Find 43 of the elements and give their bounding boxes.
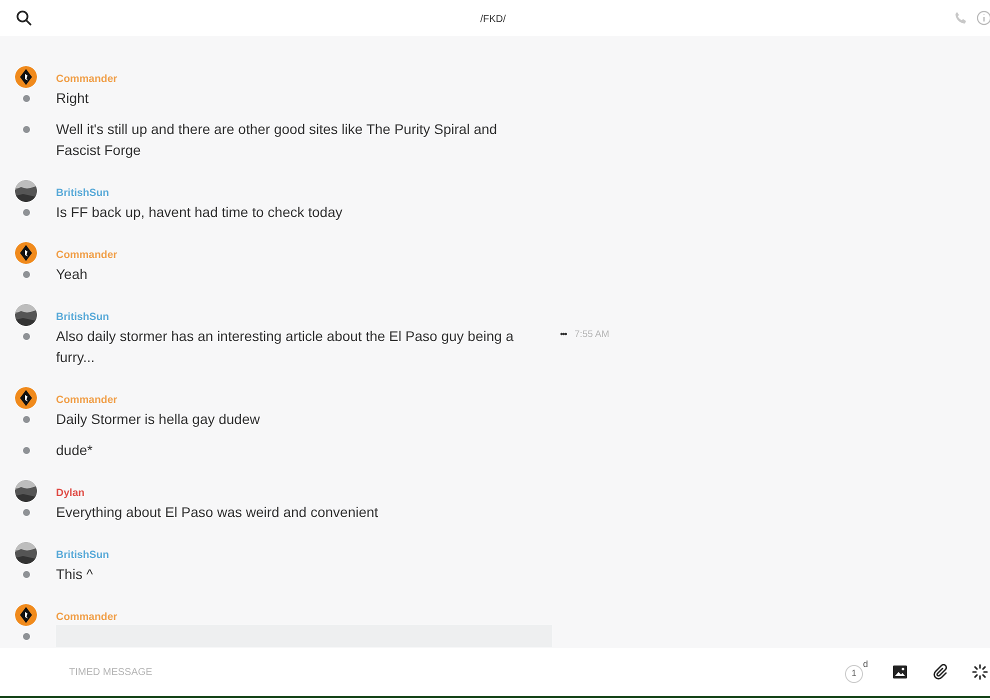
author-name[interactable]: BritishSun	[56, 549, 110, 561]
avatar-icon[interactable]	[15, 242, 37, 264]
author-name[interactable]: Commander	[56, 73, 118, 85]
sticker-button[interactable]	[972, 664, 988, 680]
avatar-icon[interactable]	[15, 180, 37, 202]
message-dot	[22, 571, 30, 578]
author-name[interactable]: Commander	[56, 394, 118, 406]
avatar-icon[interactable]	[15, 604, 37, 626]
author-name[interactable]: BritishSun	[56, 187, 110, 199]
author-name[interactable]: BritishSun	[56, 311, 110, 323]
message-text: dude*	[56, 441, 94, 460]
message-text: Yeah	[56, 265, 88, 284]
message-text: Everything about El Paso was weird and convenient	[56, 503, 380, 522]
message-text: Well it's still up and there are other good sites like The Purity Spiral and Fascist Forge	[56, 120, 498, 160]
image-button[interactable]	[892, 664, 908, 680]
message-dot	[22, 126, 30, 133]
message-input[interactable]: TIMED MESSAGE	[67, 664, 367, 680]
avatar-icon[interactable]	[15, 66, 37, 88]
more-button[interactable]: •••	[560, 328, 566, 342]
message-dot	[22, 95, 30, 102]
message-dot	[22, 209, 30, 216]
chat-title: /FKD/	[480, 14, 506, 25]
avatar-icon[interactable]	[15, 542, 37, 564]
message-time: 7:55 AM	[574, 328, 610, 342]
message-dot	[22, 633, 30, 640]
message-text: Is FF back up, havent had time to check today	[56, 203, 344, 222]
avatar-icon[interactable]	[15, 304, 37, 326]
author-name[interactable]: Commander	[56, 611, 118, 623]
message-text: This ^	[56, 565, 94, 584]
message-dot	[22, 271, 30, 278]
message-dot	[22, 416, 30, 423]
message-dot	[22, 509, 30, 516]
attach-button[interactable]	[932, 664, 948, 680]
message-dot	[22, 447, 30, 454]
author-name[interactable]: Dylan	[56, 487, 85, 499]
message-text: Right	[56, 89, 90, 108]
avatar-icon[interactable]	[15, 387, 37, 409]
message-text: Also daily stormer has an interesting article about the El Paso guy being a furry...	[56, 327, 515, 367]
message-text: Daily Stormer is hella gay dudew	[56, 410, 261, 429]
search-button[interactable]	[16, 10, 32, 26]
author-name[interactable]: Commander	[56, 249, 118, 261]
message-dot	[22, 333, 30, 340]
avatar-icon[interactable]	[15, 480, 37, 502]
